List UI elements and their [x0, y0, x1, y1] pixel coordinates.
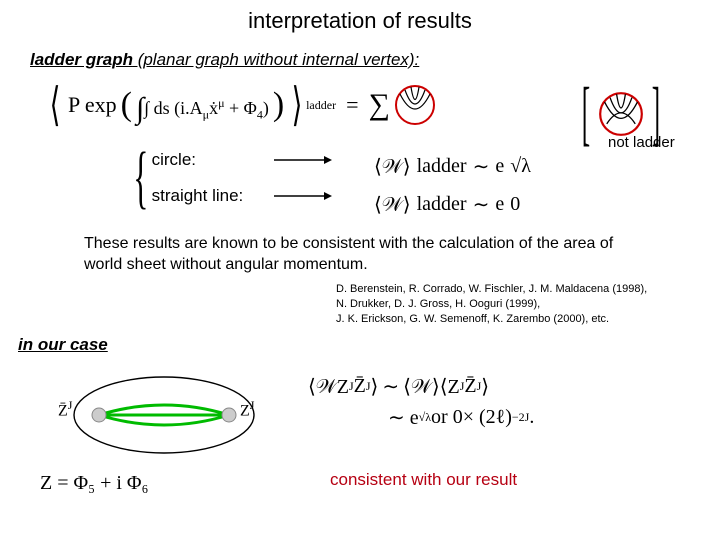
- int-body: ∫ ds (i.A: [144, 98, 202, 118]
- oc-lhs1: ⟨𝒲Z: [308, 374, 349, 399]
- arrow-icon: [274, 154, 332, 166]
- formula-pexp: P exp: [68, 92, 117, 118]
- rparen1: ): [273, 86, 284, 124]
- rangle-icon: ⟩: [292, 82, 303, 128]
- citation-line: J. K. Erickson, G. W. Semenoff, K. Zarem…: [336, 312, 647, 327]
- not-ladder-disk-diagram: [598, 91, 644, 137]
- w-sub1: ladder: [417, 155, 467, 178]
- sim2: ∼: [473, 192, 490, 217]
- e2: e: [495, 193, 504, 216]
- sigma-icon: ∑: [369, 88, 390, 122]
- arrow-icon: [274, 190, 332, 202]
- main-formula: ⟨ P exp ( ∫∫ ds (i.Aμẋμ + Φ4) ) ⟩ ladder…: [46, 82, 436, 128]
- oc-or0: or 0: [431, 406, 463, 429]
- langle-icon: ⟨: [50, 82, 61, 128]
- ladder-disk-diagram: [394, 84, 436, 126]
- xdot: ẋ: [209, 98, 218, 118]
- slide-title: interpretation of results: [0, 0, 720, 34]
- oc-sqrt: √λ: [419, 410, 431, 425]
- ourcase-formula: ⟨𝒲ZJ Z̄J⟩ ∼ ⟨𝒲⟩⟨ZJ Z̄J⟩ ∼ e√λ or 0 × (2ℓ…: [308, 374, 698, 436]
- plus-phi: + Φ: [225, 98, 257, 118]
- oc-zbar2: Z̄: [464, 375, 476, 398]
- equals: =: [346, 92, 358, 118]
- ourcase-diagram: Z̄J ZJ: [54, 370, 274, 450]
- oc-exp2J: −2J: [512, 410, 529, 425]
- exp-zero: 0: [510, 193, 520, 216]
- section-ladder-rest: (planar graph without internal vertex):: [133, 50, 419, 69]
- citation-line: N. Drukker, D. J. Gross, H. Ooguri (1999…: [336, 297, 647, 312]
- section-ladder-heading: ladder graph (planar graph without inter…: [30, 50, 419, 70]
- zbar-exp: J: [68, 398, 73, 412]
- citation-line: D. Berenstein, R. Corrado, W. Fischler, …: [336, 282, 647, 297]
- citations: D. Berenstein, R. Corrado, W. Fischler, …: [336, 282, 647, 327]
- oc-r2: ⟩: [481, 374, 489, 399]
- ourcase-line2: ∼ e√λ or 0 × (2ℓ)−2J.: [308, 405, 698, 430]
- case-straight-label: straight line:: [152, 186, 256, 206]
- case-row-circle: circle:: [152, 150, 332, 170]
- oc-r1: ⟩: [371, 374, 379, 399]
- oc-sim1: ∼: [382, 374, 399, 399]
- not-ladder-label: not ladder: [608, 134, 675, 151]
- ourcase-line1: ⟨𝒲ZJ Z̄J⟩ ∼ ⟨𝒲⟩⟨ZJ Z̄J⟩: [308, 374, 698, 399]
- z-text: Z: [240, 402, 250, 419]
- lbrace-icon: {: [133, 150, 148, 206]
- results-paragraph: These results are known to be consistent…: [84, 234, 644, 276]
- rparen-inner: ): [263, 98, 269, 118]
- z-definition: Z = Φ₅ + i Φ₆: [40, 472, 149, 495]
- zbar-text: Z̄: [58, 402, 68, 419]
- z-exp: J: [250, 398, 255, 412]
- oc-rhs1: ⟨𝒲⟩⟨Z: [403, 374, 460, 399]
- section-ladder-bold: ladder graph: [30, 50, 133, 69]
- w-sym1: ⟨𝒲⟩: [374, 154, 411, 179]
- lparen1: (: [121, 86, 132, 124]
- lbracket-icon: [: [582, 85, 590, 143]
- w-sub2: ladder: [417, 193, 467, 216]
- case-row-straight: straight line:: [152, 186, 332, 206]
- consistent-result: consistent with our result: [330, 470, 517, 490]
- cases-block: { circle: straight line:: [124, 150, 332, 206]
- w-sym2: ⟨𝒲⟩: [374, 192, 411, 217]
- e1: e: [495, 155, 504, 178]
- wilson-straight: ⟨𝒲⟩ ladder ∼ e0: [374, 192, 520, 217]
- zbarJ-label: Z̄J: [58, 398, 72, 420]
- formula-sub-ladder: ladder: [306, 98, 336, 113]
- formula-integral: ∫∫ ds (i.Aμẋμ + Φ4): [136, 88, 269, 123]
- section-ourcase-heading: in our case: [18, 335, 108, 355]
- oc-zbar1: Z̄: [354, 375, 366, 398]
- wilson-circle: ⟨𝒲⟩ ladder ∼ e √λ: [374, 154, 531, 179]
- sim1: ∼: [473, 154, 490, 179]
- oc-times: × (2ℓ): [463, 406, 512, 429]
- exp-sqrt: √λ: [510, 155, 531, 178]
- oc-pre2: ∼ e: [388, 405, 419, 430]
- case-circle-label: circle:: [152, 150, 256, 170]
- zJ-label: ZJ: [240, 398, 254, 420]
- case-rows: circle: straight line:: [152, 150, 332, 206]
